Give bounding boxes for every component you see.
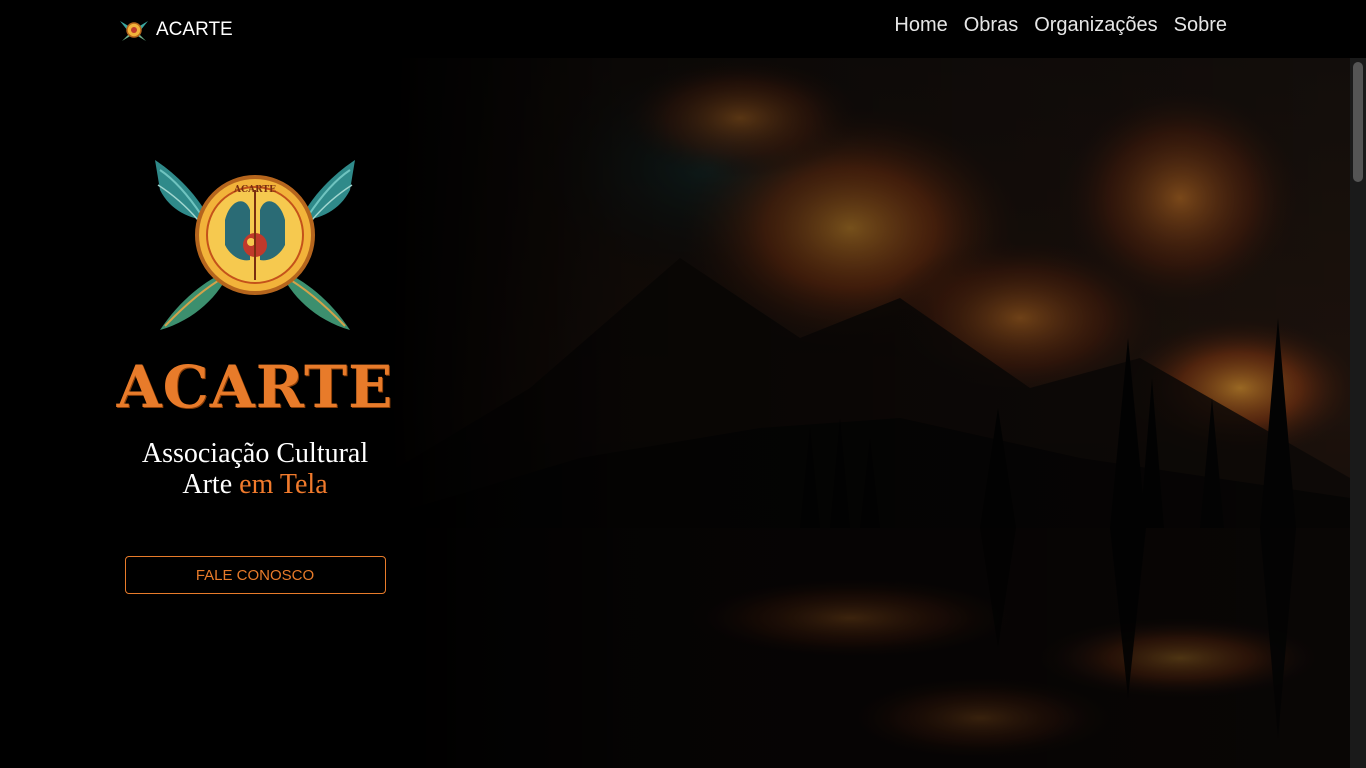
contact-button[interactable]: FALE CONOSCO [124,556,386,594]
hero-subtitle: Associação Cultural Arte em Tela [142,438,368,500]
subtitle-plain: Arte [182,469,233,500]
nav-links: Home Obras Organizações Sobre [894,14,1227,37]
emblem-top-text: ACARTE [233,185,276,195]
hero-background-image [380,58,1350,768]
acarte-logo-icon [120,21,148,41]
hero-title: ACARTE [116,353,394,421]
nav-link-obras[interactable]: Obras [964,14,1018,37]
subtitle-line-2: Arte em Tela [142,469,368,500]
nav-link-home[interactable]: Home [894,14,947,37]
subtitle-line-1: Associação Cultural [141,438,369,469]
nav-link-sobre[interactable]: Sobre [1174,14,1227,37]
acarte-emblem-logo: ACARTE [155,160,355,330]
brand-name: ACARTE [156,19,233,40]
hero-content: ACARTE ACARTE Associação Cultural Arte e… [110,150,400,594]
page-scrollbar[interactable] [1350,58,1366,768]
top-navbar: ACARTE Home Obras Organizações Sobre [0,0,1366,58]
nav-link-organizacoes[interactable]: Organizações [1034,14,1157,37]
scrollbar-thumb[interactable] [1353,62,1363,182]
brand-link[interactable]: ACARTE [118,16,233,44]
page: ACARTE Home Obras Organizações Sobre ACA… [0,0,1366,768]
subtitle-accent: em Tela [239,469,328,500]
